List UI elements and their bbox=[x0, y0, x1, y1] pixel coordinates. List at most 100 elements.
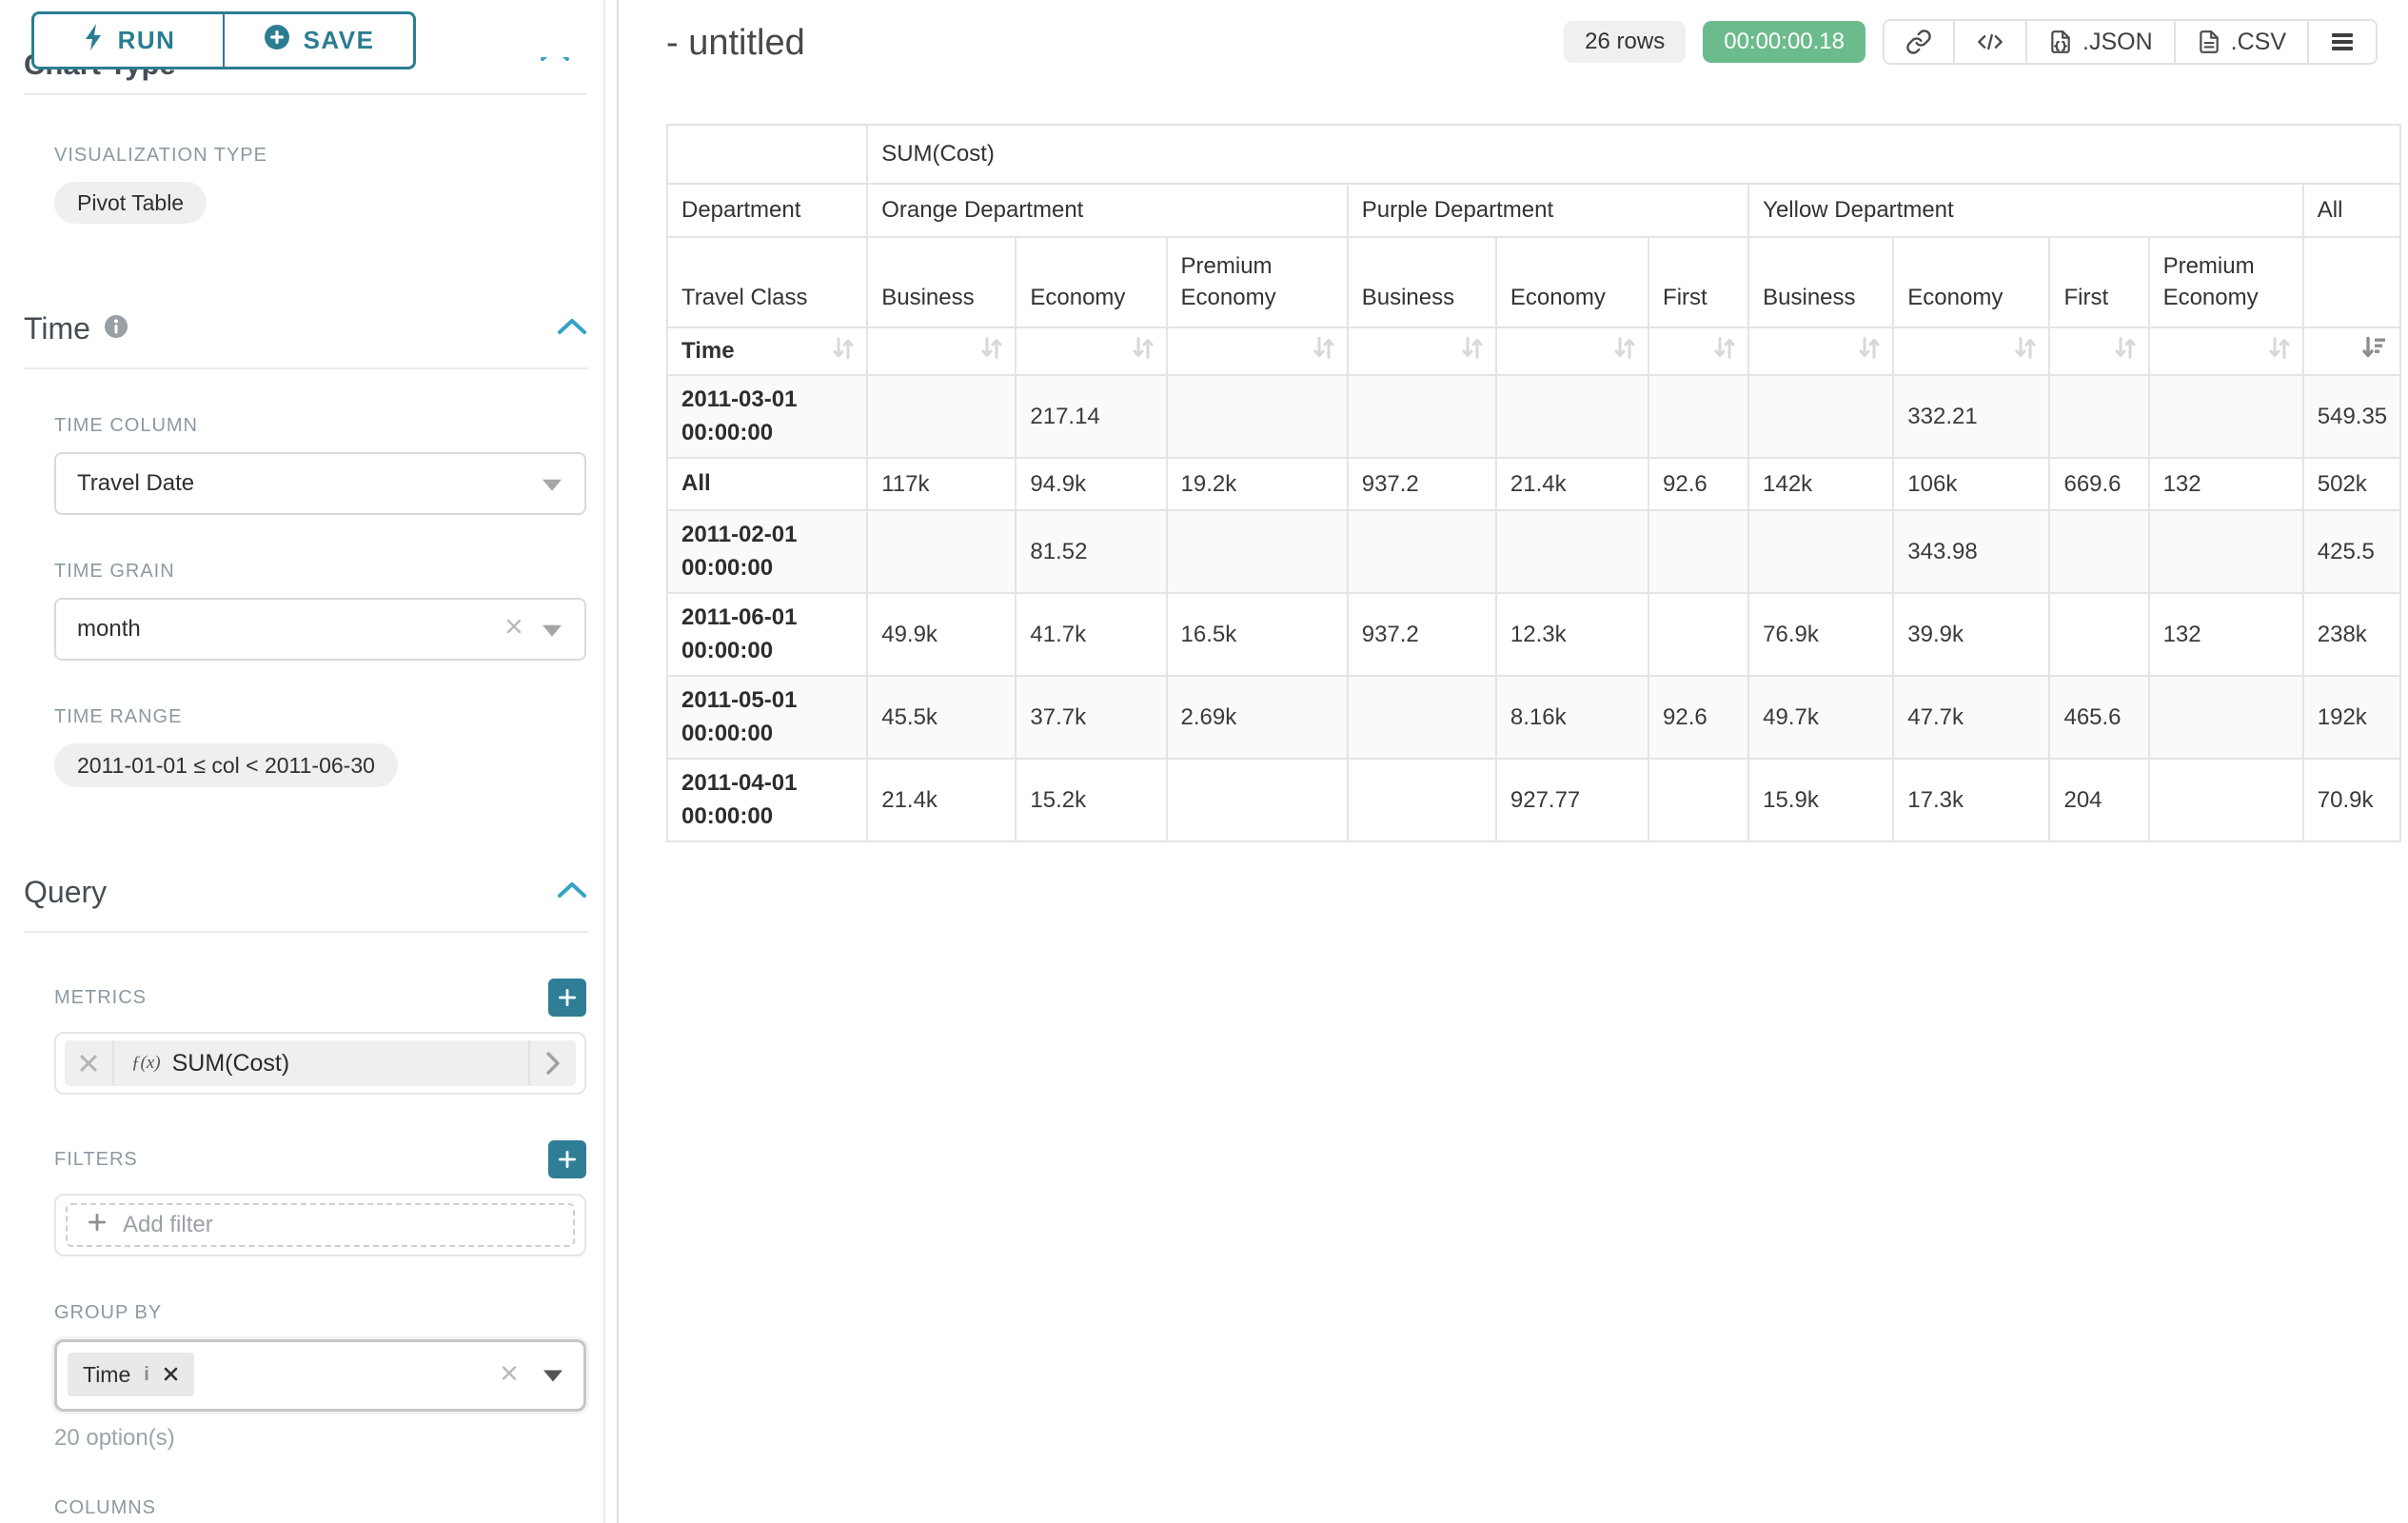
value-cell: 142k bbox=[1748, 458, 1893, 510]
add-filter-button[interactable]: Add filter bbox=[66, 1203, 575, 1247]
value-cell bbox=[2149, 759, 2303, 841]
collapse-query-section-icon[interactable] bbox=[556, 880, 588, 904]
time-section-header: Time bbox=[24, 311, 588, 346]
column-sort-header[interactable] bbox=[2049, 327, 2148, 375]
value-cell bbox=[2149, 510, 2303, 593]
value-cell bbox=[1648, 510, 1748, 593]
value-cell bbox=[1496, 510, 1648, 593]
corner-cell bbox=[667, 125, 867, 184]
embed-code-button[interactable] bbox=[1953, 21, 2025, 63]
sort-icon bbox=[1858, 335, 1881, 368]
sort-icon bbox=[2268, 335, 2291, 368]
column-sort-header[interactable] bbox=[1748, 327, 1893, 375]
value-cell: 669.6 bbox=[2049, 458, 2148, 510]
caret-down-icon[interactable] bbox=[543, 1370, 563, 1381]
sort-icon bbox=[2014, 335, 2037, 368]
column-sort-header[interactable] bbox=[1648, 327, 1748, 375]
column-sort-header[interactable] bbox=[1893, 327, 2049, 375]
all-column-sort-header[interactable] bbox=[2303, 327, 2400, 375]
link-icon bbox=[1905, 29, 1932, 55]
value-cell: 332.21 bbox=[1893, 375, 2049, 458]
add-filter-plus-button[interactable] bbox=[548, 1140, 586, 1178]
sort-icon bbox=[1713, 335, 1736, 368]
value-cell: 2.69k bbox=[1167, 676, 1348, 759]
value-cell: 549.35 bbox=[2303, 375, 2400, 458]
value-cell: 502k bbox=[2303, 458, 2400, 510]
value-cell: 106k bbox=[1893, 458, 2049, 510]
add-metric-button[interactable] bbox=[548, 979, 586, 1017]
share-link-button[interactable] bbox=[1885, 21, 1953, 63]
chart-title: - untitled bbox=[666, 23, 805, 64]
column-sort-header[interactable] bbox=[1016, 327, 1166, 375]
export-json-button[interactable]: .JSON bbox=[2025, 21, 2174, 63]
value-cell: 937.2 bbox=[1348, 593, 1496, 676]
travel-class-dim-label: Travel Class bbox=[667, 237, 867, 327]
value-cell: 927.77 bbox=[1496, 759, 1648, 841]
time-grain-select[interactable]: month bbox=[54, 598, 586, 661]
value-cell: 49.7k bbox=[1748, 676, 1893, 759]
time-range-pill[interactable]: 2011-01-01 ≤ col < 2011-06-30 bbox=[54, 743, 398, 787]
time-column-select[interactable]: Travel Date bbox=[54, 452, 586, 515]
export-json-label: .JSON bbox=[2082, 29, 2153, 56]
divider bbox=[24, 367, 588, 369]
value-cell bbox=[2049, 510, 2148, 593]
column-sort-header[interactable] bbox=[1167, 327, 1348, 375]
filters-container: Add filter bbox=[54, 1194, 586, 1256]
chevron-up-icon[interactable] bbox=[539, 57, 577, 72]
run-button[interactable]: RUN bbox=[31, 11, 224, 69]
time-dim-label: Time bbox=[681, 338, 735, 365]
value-cell: 15.2k bbox=[1016, 759, 1166, 841]
travel-class-header: Business bbox=[1748, 237, 1893, 327]
clear-icon[interactable] bbox=[500, 1364, 519, 1388]
column-sort-header[interactable] bbox=[1348, 327, 1496, 375]
sort-icon bbox=[1313, 335, 1335, 368]
value-cell bbox=[1748, 510, 1893, 593]
sort-icon bbox=[1132, 335, 1155, 368]
value-cell bbox=[1496, 375, 1648, 458]
value-cell bbox=[1167, 759, 1348, 841]
row-header-cell: 2011-05-01 00:00:00 bbox=[667, 676, 867, 759]
columns-label: COLUMNS bbox=[54, 1497, 586, 1519]
save-button[interactable]: SAVE bbox=[224, 11, 416, 69]
value-cell bbox=[2049, 593, 2148, 676]
export-csv-button[interactable]: .CSV bbox=[2174, 21, 2307, 63]
metric-pill[interactable]: ƒ(x) SUM(Cost) bbox=[114, 1040, 528, 1086]
fx-icon: ƒ(x) bbox=[131, 1053, 161, 1074]
visualization-type-label: VISUALIZATION TYPE bbox=[54, 145, 586, 167]
group-by-tag[interactable]: Timei bbox=[68, 1353, 194, 1396]
chevron-right-icon[interactable] bbox=[528, 1040, 576, 1086]
export-csv-label: .CSV bbox=[2231, 29, 2286, 56]
clear-icon[interactable] bbox=[504, 616, 523, 643]
time-column-value: Travel Date bbox=[77, 470, 194, 497]
value-cell: 49.9k bbox=[867, 593, 1016, 676]
query-timer-badge: 00:00:00.18 bbox=[1703, 21, 1865, 63]
plus-icon bbox=[87, 1212, 108, 1239]
value-cell: 94.9k bbox=[1016, 458, 1166, 510]
value-cell: 41.7k bbox=[1016, 593, 1166, 676]
file-json-icon bbox=[2048, 29, 2073, 55]
value-cell: 15.9k bbox=[1748, 759, 1893, 841]
file-csv-icon bbox=[2197, 29, 2221, 55]
viz-type-pill[interactable]: Pivot Table bbox=[54, 182, 207, 224]
more-menu-button[interactable] bbox=[2307, 21, 2376, 63]
caret-down-icon bbox=[543, 625, 562, 637]
column-sort-header[interactable] bbox=[1496, 327, 1648, 375]
run-save-buttons: RUN SAVE bbox=[31, 11, 416, 69]
value-cell: 425.5 bbox=[2303, 510, 2400, 593]
value-cell: 39.9k bbox=[1893, 593, 2049, 676]
column-sort-header[interactable] bbox=[2149, 327, 2303, 375]
time-sort-header[interactable]: Time bbox=[667, 327, 867, 375]
column-sort-header[interactable] bbox=[867, 327, 1016, 375]
remove-metric-icon[interactable] bbox=[65, 1040, 114, 1086]
sort-icon bbox=[832, 335, 855, 368]
query-section-title: Query bbox=[24, 875, 107, 910]
collapse-time-section-icon[interactable] bbox=[556, 317, 588, 341]
table-row: 2011-06-01 00:00:0049.9k41.7k16.5k937.21… bbox=[667, 593, 2400, 676]
remove-tag-icon[interactable] bbox=[163, 1362, 179, 1388]
group-by-select[interactable]: Timei bbox=[54, 1339, 586, 1412]
metric-item: ƒ(x) SUM(Cost) bbox=[54, 1032, 586, 1095]
all-class-header bbox=[2303, 237, 2400, 327]
row-header-cell: 2011-02-01 00:00:00 bbox=[667, 510, 867, 593]
value-cell: 192k bbox=[2303, 676, 2400, 759]
value-cell: 17.3k bbox=[1893, 759, 2049, 841]
